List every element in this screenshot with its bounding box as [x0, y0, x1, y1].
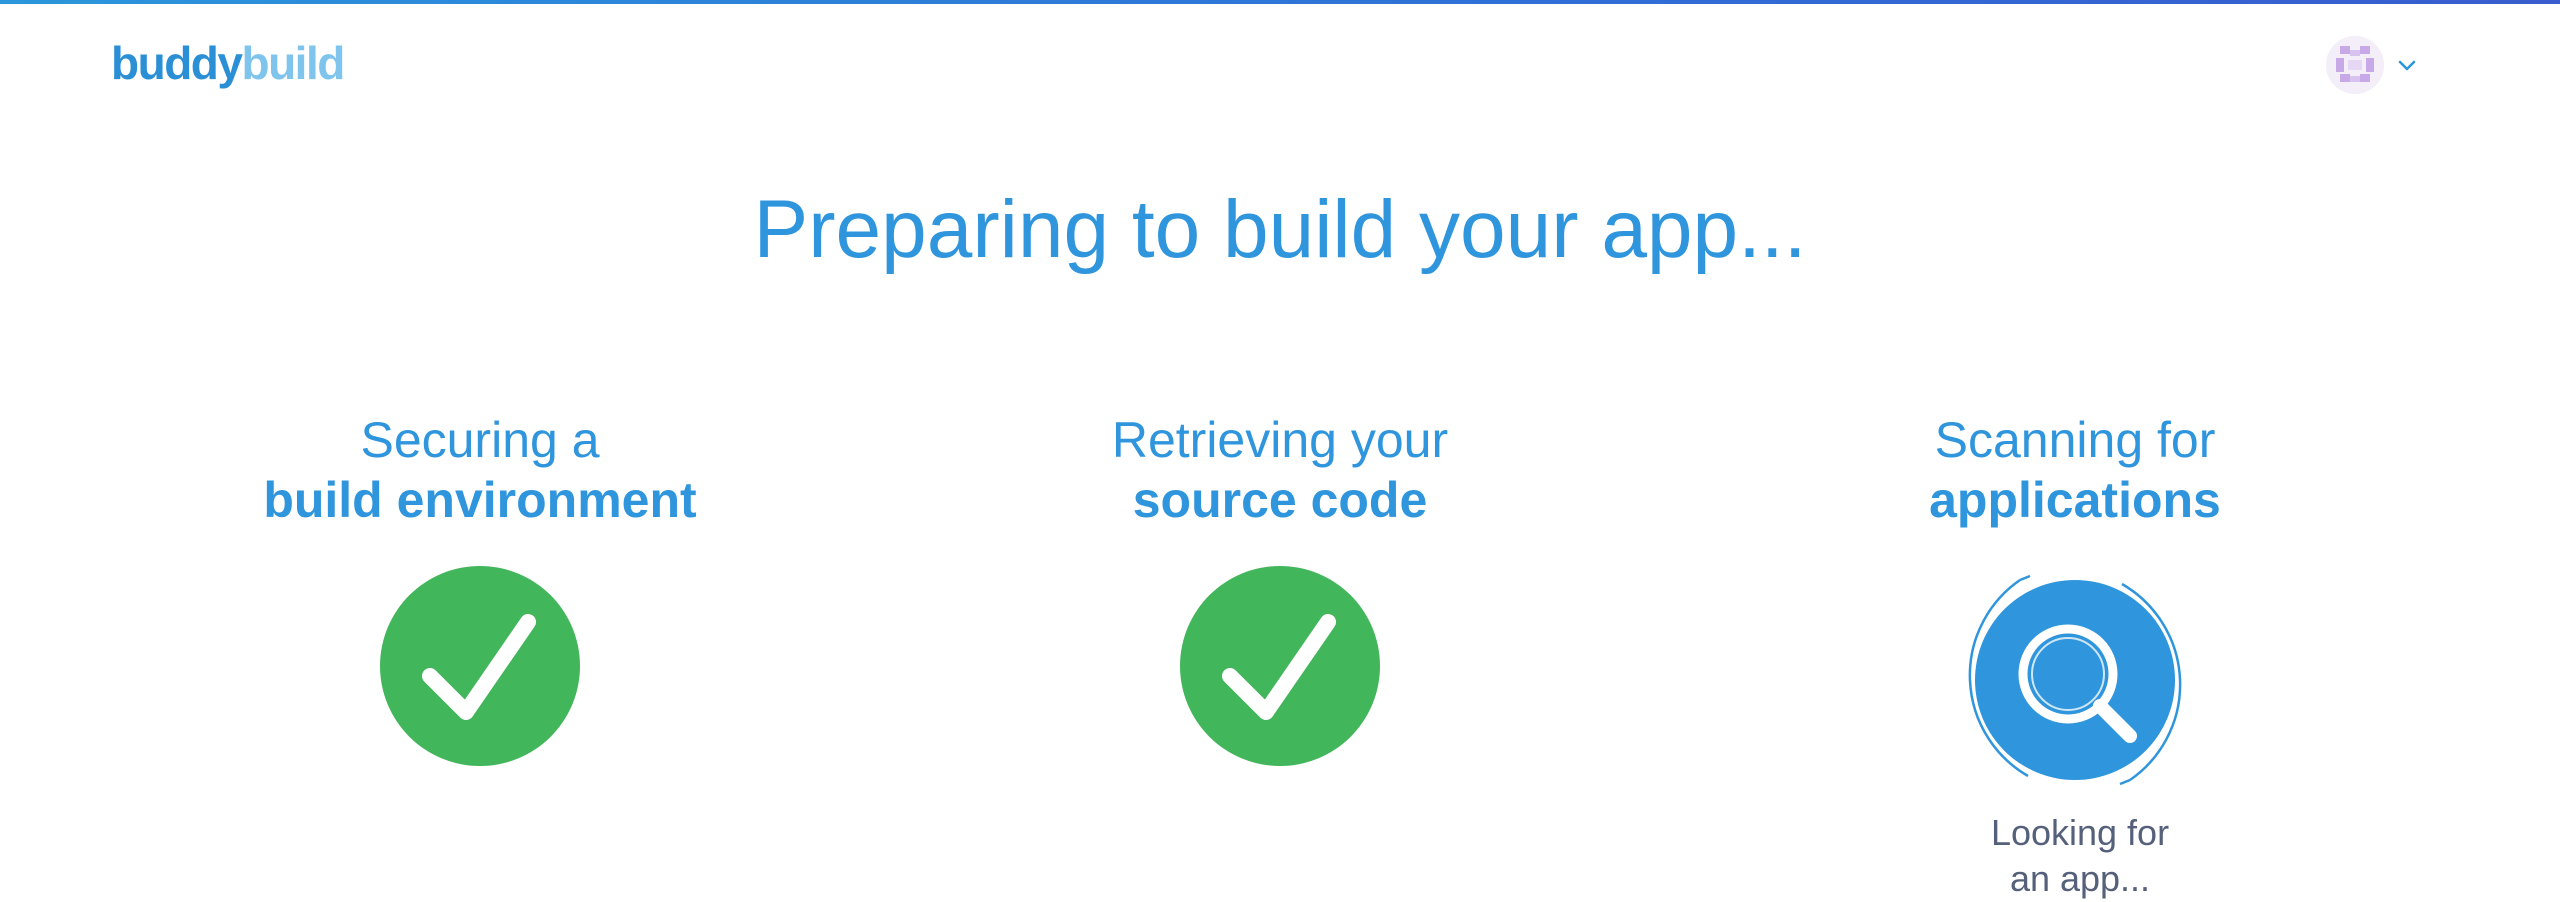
- logo-text-build: build: [241, 37, 345, 89]
- logo-text-buddy: buddy: [111, 37, 243, 89]
- step-scanning-applications: Scanning for applications: [1775, 410, 2375, 796]
- check-icon: [1180, 566, 1380, 766]
- step-title: Securing a: [360, 412, 600, 468]
- identicon-icon: [2326, 36, 2384, 94]
- step-title: Retrieving your: [1111, 412, 1449, 468]
- user-menu[interactable]: [2326, 36, 2418, 94]
- page-title: Preparing to build your app...: [753, 184, 1807, 275]
- chevron-down-icon[interactable]: [2396, 54, 2418, 76]
- scanning-status: Looking for an app...: [1935, 810, 2225, 902]
- step-title-emphasis: build environment: [263, 472, 697, 528]
- step-source-code: Retrieving your source code: [980, 410, 1580, 768]
- check-icon: [380, 566, 580, 766]
- status-line: Looking for: [1990, 812, 2170, 853]
- scanning-magnifier-icon: [1968, 574, 2182, 786]
- buddybuild-logo[interactable]: buddybuild: [111, 33, 345, 93]
- avatar[interactable]: [2326, 36, 2384, 94]
- step-title: Scanning for: [1934, 412, 2216, 468]
- step-title-emphasis: applications: [1929, 472, 2221, 528]
- status-line: an app...: [2009, 858, 2151, 899]
- step-title-emphasis: source code: [1132, 472, 1428, 528]
- step-build-environment: Securing a build environment: [180, 410, 780, 768]
- top-accent-bar: [0, 0, 2560, 4]
